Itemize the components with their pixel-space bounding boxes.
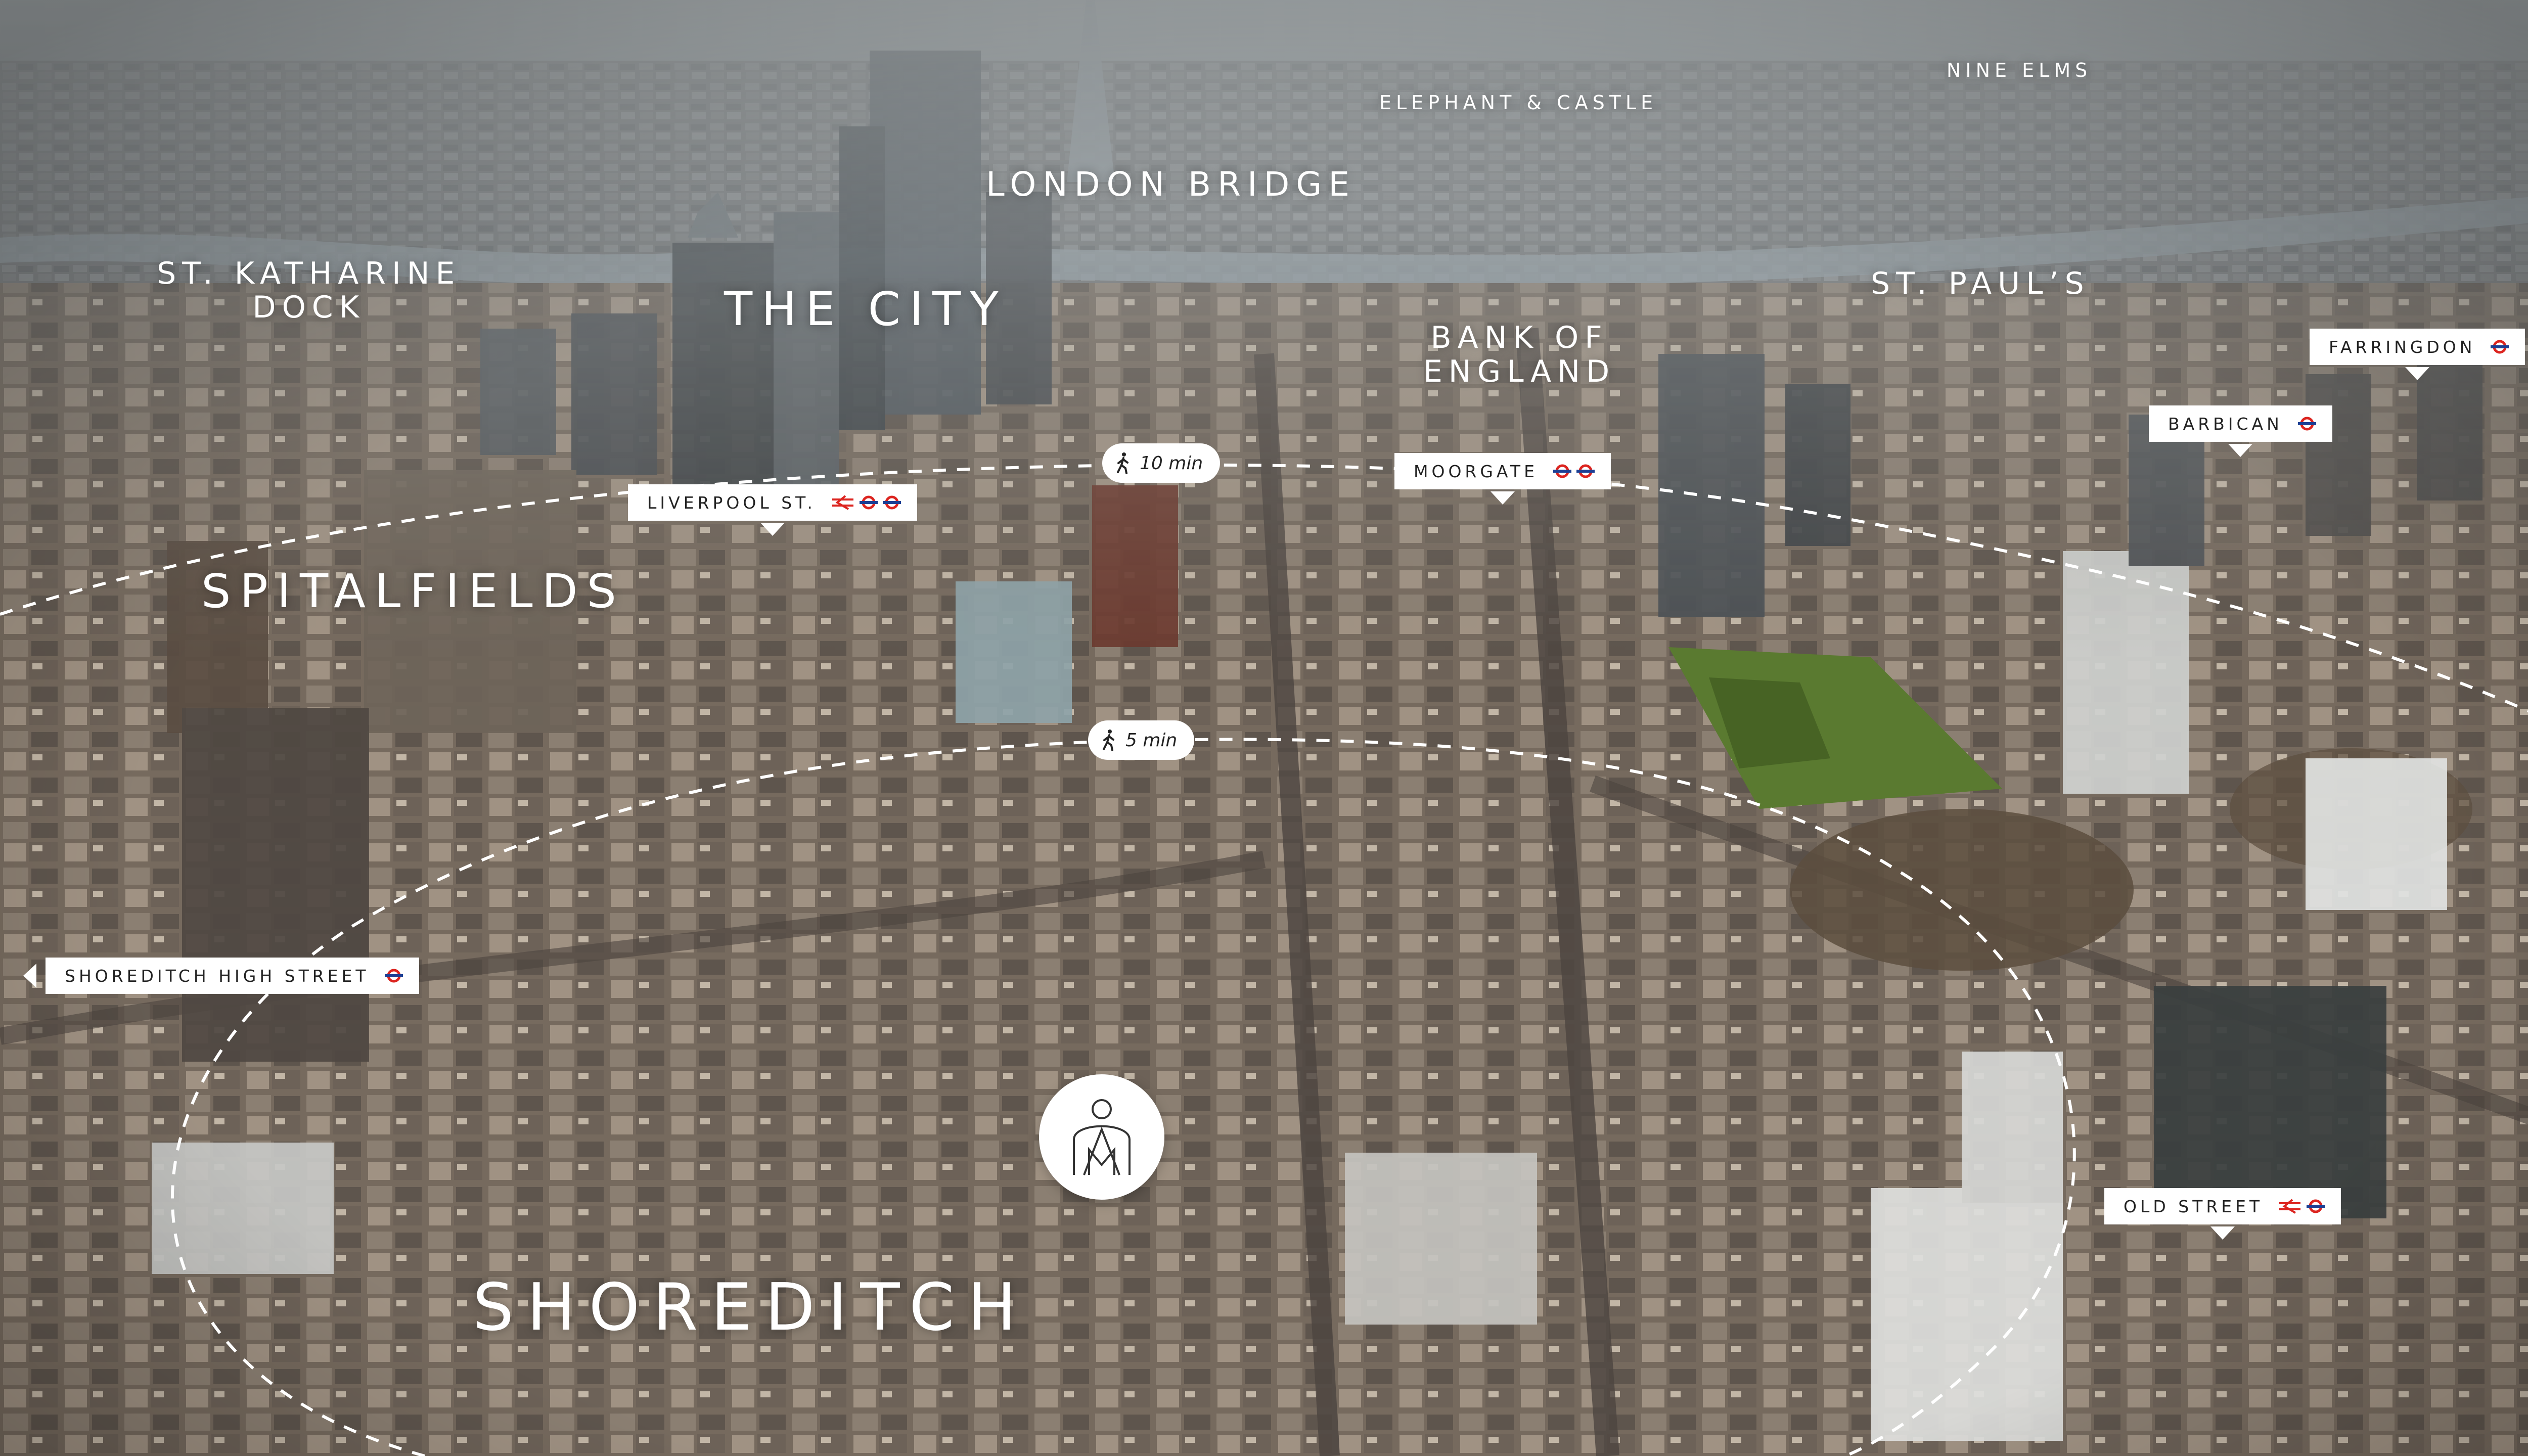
building-logo-icon xyxy=(1073,1099,1131,1175)
label-pointer xyxy=(23,964,36,988)
area-elephant-castle: ELEPHANT & CASTLE xyxy=(1379,92,1658,114)
underground-roundel-icon xyxy=(1576,464,1595,478)
walk-time-label: 5 min xyxy=(1125,730,1178,751)
aerial-city-photo xyxy=(0,0,2528,1456)
station-name: FARRINGDON xyxy=(2329,337,2476,357)
walk-time-10-min: 10 min xyxy=(1102,443,1221,483)
area-the-city: THE CITY xyxy=(724,282,1008,336)
national-rail-icon xyxy=(2279,1199,2301,1214)
station-barbican[interactable]: BARBICAN xyxy=(2149,405,2332,457)
station-moorgate[interactable]: MOORGATE xyxy=(1394,453,1611,505)
station-old-street[interactable]: OLD STREET xyxy=(2104,1188,2341,1240)
label-pointer xyxy=(760,523,785,536)
area-spitalfields: SPITALFIELDS xyxy=(201,564,625,618)
label-pointer xyxy=(2210,1226,2235,1240)
underground-roundel-icon xyxy=(859,495,878,510)
site-location-marker[interactable] xyxy=(1039,1074,1164,1200)
area-nine-elms: NINE ELMS xyxy=(1947,59,2092,81)
station-farringdon[interactable]: FARRINGDON xyxy=(2310,329,2525,380)
station-name: BARBICAN xyxy=(2168,414,2283,434)
label-pointer xyxy=(2405,367,2430,380)
station-name: OLD STREET xyxy=(2124,1196,2264,1216)
underground-roundel-icon xyxy=(2491,340,2509,354)
national-rail-icon xyxy=(832,495,853,510)
station-shoreditch-high-street[interactable]: SHOREDITCH HIGH STREET xyxy=(23,958,419,994)
walk-time-5-min: 5 min xyxy=(1088,720,1195,760)
station-name: MOORGATE xyxy=(1414,461,1538,481)
walk-time-label: 10 min xyxy=(1140,452,1203,474)
aerial-map: NINE ELMS ELEPHANT & CASTLE LONDON BRIDG… xyxy=(0,0,2528,1456)
area-st-katharine-dock: ST. KATHARINE DOCK xyxy=(157,256,461,326)
area-st-pauls: ST. PAUL’S xyxy=(1871,266,2090,301)
walking-person-icon xyxy=(1103,730,1114,751)
underground-roundel-icon xyxy=(384,969,403,983)
underground-roundel-icon xyxy=(882,495,901,510)
label-pointer xyxy=(2228,444,2253,457)
underground-roundel-icon xyxy=(1553,464,1571,478)
station-name: LIVERPOOL ST. xyxy=(647,492,816,513)
area-shoreditch: SHOREDITCH xyxy=(473,1270,1029,1345)
underground-roundel-icon xyxy=(2297,417,2316,431)
area-bank-of-england: BANK OF ENGLAND xyxy=(1423,320,1616,390)
station-liverpool-st[interactable]: LIVERPOOL ST. xyxy=(628,484,917,536)
area-london-bridge: LONDON BRIDGE xyxy=(986,165,1357,204)
label-pointer xyxy=(1490,491,1515,505)
walking-person-icon xyxy=(1117,452,1128,474)
underground-roundel-icon xyxy=(2307,1199,2325,1213)
station-name: SHOREDITCH HIGH STREET xyxy=(65,966,370,986)
